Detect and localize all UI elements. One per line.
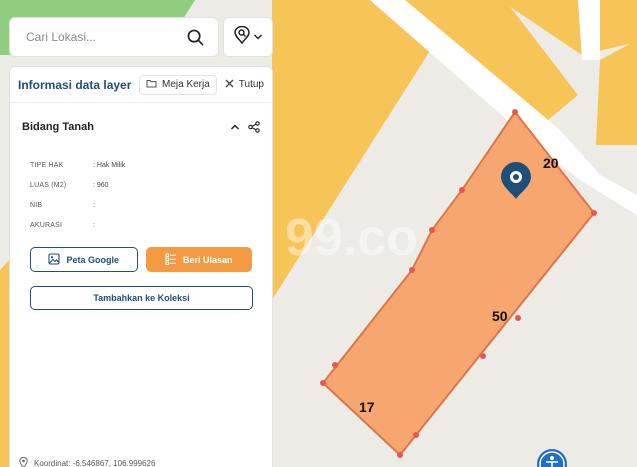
review-list-icon bbox=[165, 253, 177, 267]
chevron-down-icon bbox=[253, 28, 263, 46]
close-icon bbox=[225, 79, 234, 91]
parcel-vertex bbox=[512, 109, 518, 115]
section-header: Bidang Tanah bbox=[10, 109, 272, 145]
coordinate-label: Koordinat: -6.546867, 106.999626 bbox=[34, 459, 156, 467]
yellow-zone-edge bbox=[0, 260, 9, 467]
attribute-key: AKURASI bbox=[30, 221, 63, 229]
parcel-vertex bbox=[397, 452, 403, 458]
search-bar bbox=[9, 17, 219, 57]
close-button[interactable]: Tutup bbox=[225, 79, 264, 91]
dimension-label-right: 50 bbox=[492, 308, 508, 324]
parcel-vertex bbox=[429, 227, 435, 233]
search-icon[interactable] bbox=[186, 28, 204, 46]
dimension-label-bottom: 17 bbox=[359, 399, 375, 415]
location-pin-icon bbox=[19, 456, 28, 467]
add-to-collection-button[interactable]: Tambahkan ke Koleksi bbox=[30, 286, 253, 310]
workspace-button[interactable]: Meja Kerja bbox=[138, 74, 217, 95]
close-label: Tutup bbox=[238, 79, 264, 90]
watermark: 99.co bbox=[285, 209, 418, 267]
google-map-label: Peta Google bbox=[66, 254, 119, 265]
parcel-vertex bbox=[459, 187, 465, 193]
google-map-button[interactable]: Peta Google bbox=[30, 247, 138, 272]
search-input[interactable] bbox=[26, 30, 186, 44]
dimension-label-top: 20 bbox=[543, 155, 559, 171]
panel-header: Informasi data layer Meja Kerja Tutup bbox=[10, 67, 272, 103]
parcel-vertex bbox=[515, 315, 521, 321]
share-icon[interactable] bbox=[248, 121, 260, 133]
attribute-row: LUAS (M2) : 960 bbox=[30, 175, 252, 195]
attribute-key: TIPE HAK bbox=[30, 161, 64, 169]
parcel-vertex bbox=[413, 432, 419, 438]
parcel-vertex bbox=[320, 380, 326, 386]
section-title: Bidang Tanah bbox=[22, 121, 94, 133]
parcel-vertex bbox=[409, 267, 415, 273]
parcel-vertex bbox=[480, 353, 486, 359]
review-button[interactable]: Beri Ulasan bbox=[145, 247, 252, 272]
attribute-row: TIPE HAK : Hak Milik bbox=[30, 155, 252, 175]
workspace-label: Meja Kerja bbox=[161, 79, 210, 90]
location-search-button[interactable] bbox=[223, 17, 273, 57]
attribute-row: AKURASI : bbox=[30, 215, 252, 235]
chevron-up-icon[interactable] bbox=[230, 123, 240, 131]
attribute-value: : 960 bbox=[93, 181, 109, 189]
parcel-vertex bbox=[332, 362, 338, 368]
attribute-value: : Hak Milik bbox=[93, 161, 126, 169]
review-label: Beri Ulasan bbox=[182, 254, 233, 265]
folder-icon bbox=[146, 79, 157, 91]
attribute-value: : bbox=[93, 221, 95, 229]
coordinate-readout: Koordinat: -6.546867, 106.999626 bbox=[19, 456, 156, 467]
parcel-vertex bbox=[591, 210, 597, 216]
panel-title: Informasi data layer bbox=[18, 77, 132, 92]
attribute-key: NIB bbox=[30, 201, 43, 209]
image-icon bbox=[48, 252, 61, 267]
action-buttons: Peta Google Beri Ulasan bbox=[10, 247, 272, 272]
attribute-row: NIB : bbox=[30, 195, 252, 215]
location-search-icon bbox=[233, 25, 250, 49]
attribute-value: : bbox=[93, 201, 95, 209]
attribute-list: TIPE HAK : Hak Milik LUAS (M2) : 960 NIB… bbox=[10, 145, 272, 235]
info-panel: Informasi data layer Meja Kerja Tutup Bi… bbox=[9, 66, 273, 467]
attribute-key: LUAS (M2) bbox=[30, 181, 67, 189]
